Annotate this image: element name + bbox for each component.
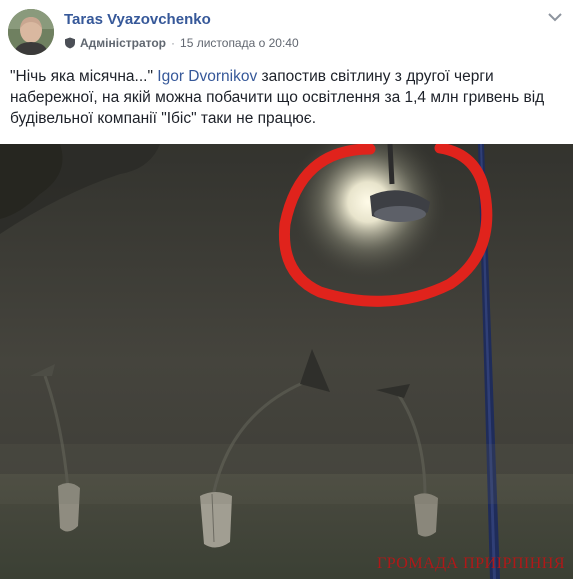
avatar[interactable] — [8, 9, 54, 55]
chevron-down-icon[interactable] — [547, 11, 563, 23]
post-timestamp[interactable]: 15 листопада о 20:40 — [180, 36, 299, 50]
post-header: Taras Vyazovchenko Адміністратор · 15 ли… — [0, 0, 573, 62]
post-photo[interactable]: ГРОМАДА ПРИІРПІННЯ — [0, 144, 573, 579]
admin-role-label: Адміністратор — [80, 36, 167, 50]
post-body: "Нічь яка місячна..." Igor Dvornikov зап… — [10, 66, 565, 129]
shield-icon — [65, 37, 75, 49]
watermark: ГРОМАДА ПРИІРПІННЯ — [376, 555, 565, 572]
author-name[interactable]: Taras Vyazovchenko — [64, 11, 211, 28]
avatar-image — [8, 9, 54, 55]
post-text-intro: "Нічь яка місячна..." — [10, 68, 158, 85]
night-embankment-image — [0, 144, 573, 579]
post-meta: Адміністратор · 15 листопада о 20:40 — [64, 36, 299, 50]
mention-link[interactable]: Igor Dvornikov — [157, 68, 257, 85]
meta-separator: · — [171, 36, 176, 50]
